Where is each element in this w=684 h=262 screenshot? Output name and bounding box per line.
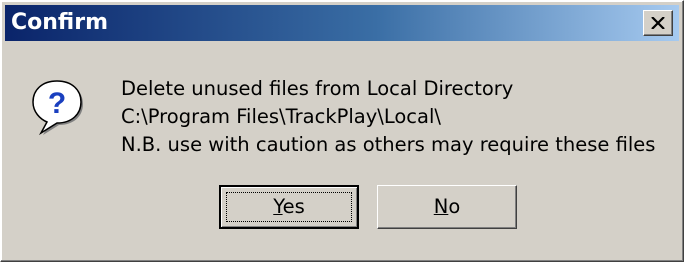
message-line: N.B. use with caution as others may requ… [121,133,656,156]
focus-rectangle [226,192,352,222]
dialog-title: Confirm [11,10,109,35]
message-line: Delete unused files from Local Directory [121,77,514,100]
question-icon: ? [27,77,87,137]
message-text: Delete unused files from Local Directory… [121,75,655,159]
no-label: o [448,195,461,218]
close-icon [651,17,665,29]
no-button[interactable]: No [377,185,517,229]
svg-text:?: ? [48,87,66,120]
confirm-dialog: Confirm ? Delete unused files from Local… [0,0,684,262]
title-bar[interactable]: Confirm [5,5,679,41]
no-mnemonic: N [433,195,449,218]
message-line: C:\Program Files\TrackPlay\Local\ [121,105,441,128]
close-button[interactable] [643,10,673,36]
yes-button[interactable]: Yes [219,185,359,229]
